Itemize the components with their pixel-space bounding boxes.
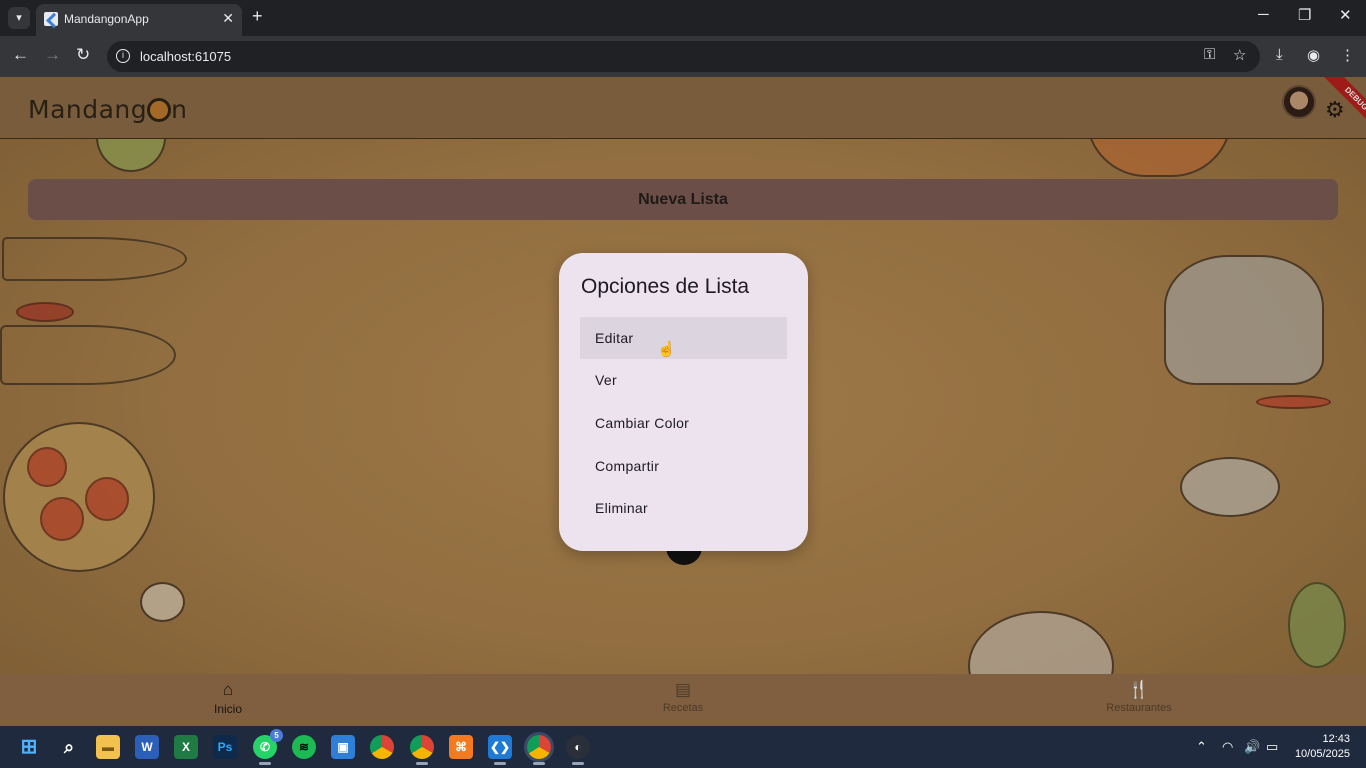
- tab-search-button[interactable]: ▾: [8, 7, 30, 29]
- option-label: Ver: [595, 372, 617, 388]
- forward-button[interactable]: →: [44, 45, 61, 65]
- reload-button[interactable]: ↻: [76, 45, 90, 65]
- close-window-button[interactable]: ✕: [1339, 6, 1352, 24]
- flutter-favicon-icon: [44, 12, 58, 26]
- wifi-icon[interactable]: ◠: [1222, 739, 1233, 755]
- home-icon: ⌂: [222, 680, 234, 699]
- bottom-navigation: ⌂ Inicio ▤ Recetas 🍴 Restaurantes: [0, 674, 1366, 726]
- app-viewport: Mandang n ⚙ DEBUG Nueva Lista Opciones de…: [0, 77, 1366, 726]
- xampp-icon[interactable]: ⌘: [449, 735, 473, 759]
- option-change-color[interactable]: Cambiar Color: [580, 402, 787, 444]
- option-edit[interactable]: Editar ☝: [580, 317, 787, 359]
- chrome-icon[interactable]: [370, 735, 394, 759]
- virtualbox-icon[interactable]: ▣: [331, 735, 355, 759]
- spotify-icon[interactable]: ≋: [292, 735, 316, 759]
- minimize-button[interactable]: ─: [1258, 6, 1269, 23]
- battery-icon[interactable]: ▭: [1266, 739, 1278, 755]
- back-button[interactable]: ←: [12, 45, 29, 65]
- option-label: Eliminar: [595, 500, 648, 516]
- nav-item-recetas[interactable]: ▤ Recetas: [623, 680, 743, 714]
- tray-chevron-icon[interactable]: ⌃: [1196, 739, 1207, 755]
- nav-item-restaurantes[interactable]: 🍴 Restaurantes: [1079, 680, 1199, 714]
- github-desktop-icon[interactable]: ◐: [566, 735, 590, 765]
- downloads-icon[interactable]: ⤓: [1276, 46, 1283, 63]
- option-view[interactable]: Ver: [580, 359, 787, 401]
- excel-icon[interactable]: X: [174, 735, 198, 759]
- search-icon[interactable]: ⌕: [57, 735, 81, 759]
- address-bar[interactable]: i localhost:61075: [107, 41, 1260, 72]
- browser-toolbar: ← → ↻ i localhost:61075 ⚿ ☆ ⤓ ◉ ⋮: [0, 36, 1366, 77]
- dialog-title: Opciones de Lista: [581, 275, 750, 298]
- chrome-profile-icon[interactable]: [410, 735, 434, 765]
- vscode-icon[interactable]: ❮❯: [488, 735, 512, 765]
- new-tab-button[interactable]: +: [252, 6, 263, 27]
- option-share[interactable]: Compartir: [580, 445, 787, 487]
- password-key-icon[interactable]: ⚿: [1204, 46, 1215, 63]
- option-label: Editar: [595, 330, 634, 346]
- book-icon: ▤: [674, 680, 692, 699]
- word-icon[interactable]: W: [135, 735, 159, 759]
- tab-title: MandangonApp: [64, 12, 149, 26]
- clock-time: 12:43: [1322, 733, 1350, 745]
- list-options-dialog: Opciones de Lista Editar ☝ Ver Cambiar C…: [559, 253, 808, 551]
- volume-icon[interactable]: 🔊: [1244, 739, 1260, 755]
- chrome-active-icon[interactable]: [527, 735, 551, 765]
- windows-start-icon[interactable]: ⊞: [17, 735, 41, 759]
- nav-label: Recetas: [662, 702, 704, 714]
- nav-label: Inicio: [213, 702, 242, 716]
- bookmark-star-icon[interactable]: ☆: [1233, 46, 1246, 64]
- option-delete[interactable]: Eliminar: [580, 487, 787, 529]
- browser-menu-icon[interactable]: ⋮: [1340, 46, 1355, 64]
- restore-button[interactable]: ❐: [1298, 6, 1311, 24]
- option-label: Compartir: [595, 458, 660, 474]
- nav-label: Restaurantes: [1106, 702, 1172, 714]
- photoshop-icon[interactable]: Ps: [213, 735, 237, 759]
- whatsapp-icon[interactable]: ✆ 5: [253, 729, 283, 765]
- tab-close-icon[interactable]: ✕: [222, 10, 234, 27]
- windows-taskbar: ⊞ ⌕ ▬ W X Ps ✆ 5 ≋ ▣ ⌘ ❮❯ ◐ ⌃ ◠ 🔊 ▭ 12:4…: [0, 726, 1366, 768]
- site-info-icon[interactable]: i: [116, 49, 130, 63]
- file-explorer-icon[interactable]: ▬: [96, 735, 120, 759]
- option-label: Cambiar Color: [595, 415, 690, 431]
- browser-tab-strip: ▾ MandangonApp ✕ + ─ ❐ ✕: [0, 0, 1366, 36]
- whatsapp-badge: 5: [270, 729, 283, 742]
- nav-item-inicio[interactable]: ⌂ Inicio: [168, 680, 288, 716]
- url-text: localhost:61075: [140, 49, 232, 64]
- clock-date: 10/05/2025: [1294, 748, 1350, 760]
- profile-icon[interactable]: ◉: [1307, 46, 1320, 64]
- restaurant-icon: 🍴: [1128, 680, 1150, 699]
- browser-tab[interactable]: MandangonApp ✕: [36, 4, 242, 36]
- system-clock[interactable]: 12:43 10/05/2025: [1295, 732, 1350, 762]
